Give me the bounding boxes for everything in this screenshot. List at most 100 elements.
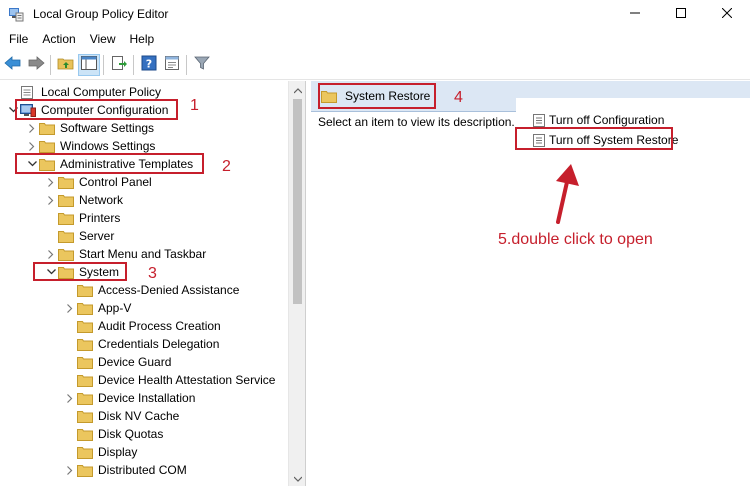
tree-item-label: Distributed COM	[98, 463, 187, 477]
tree-item-label: Printers	[79, 211, 121, 225]
tree-item-disk-nv-cache[interactable]: Disk NV Cache	[63, 407, 179, 425]
minimize-button[interactable]	[612, 0, 658, 28]
menu-view[interactable]: View	[83, 28, 123, 50]
folder-icon	[58, 230, 74, 243]
chevron-right-icon[interactable]	[44, 245, 58, 263]
tree-item-app-v[interactable]: App-V	[63, 299, 131, 317]
title-bar: Local Group Policy Editor	[0, 0, 750, 28]
tree-item-label: Disk Quotas	[98, 427, 164, 441]
menu-action[interactable]: Action	[35, 28, 82, 50]
toolbar-separator	[186, 54, 187, 75]
folder-icon	[77, 338, 93, 351]
tree-item-label: Server	[79, 229, 115, 243]
show-hide-tree-button[interactable]	[78, 53, 100, 76]
tree-item-label: Local Computer Policy	[41, 85, 162, 99]
folder-icon	[77, 428, 93, 441]
chevron-right-icon[interactable]	[63, 299, 77, 317]
annotation-number-4: 4	[454, 89, 463, 106]
close-button[interactable]	[704, 0, 750, 28]
tree-item-device-guard[interactable]: Device Guard	[63, 353, 171, 371]
svg-text:?: ?	[146, 58, 152, 71]
tree-item-display[interactable]: Display	[63, 443, 137, 461]
tree-item-label: Network	[79, 193, 124, 207]
folder-icon	[39, 140, 55, 153]
annotation-box-system-restore-header	[318, 83, 436, 109]
annotation-box-turn-off-system-restore	[515, 127, 673, 150]
tree-item-label: Audit Process Creation	[98, 319, 221, 333]
annotation-box-administrative-templates	[15, 153, 204, 174]
tree-item-network[interactable]: Network	[44, 191, 123, 209]
toolbar: ?	[0, 50, 750, 80]
folder-icon	[77, 446, 93, 459]
chevron-right-icon[interactable]	[44, 173, 58, 191]
tree-vertical-scrollbar[interactable]	[288, 81, 305, 486]
back-button[interactable]	[2, 54, 24, 76]
folder-icon	[77, 392, 93, 405]
tree-item-label: Device Installation	[98, 391, 196, 405]
annotation-arrow-icon	[556, 164, 579, 224]
close-icon	[721, 7, 733, 21]
folder-icon	[77, 302, 93, 315]
forward-button[interactable]	[25, 54, 47, 76]
properties-icon	[164, 55, 180, 74]
folder-icon	[77, 320, 93, 333]
menu-help[interactable]: Help	[123, 28, 162, 50]
tree-pane: Local Computer Policy Computer Configurat…	[0, 81, 306, 486]
policy-setting-icon	[533, 113, 545, 127]
folder-icon	[58, 212, 74, 225]
tree-item-label: Software Settings	[60, 121, 155, 135]
toolbar-separator	[50, 54, 51, 75]
description-text: Select an item to view its description.	[318, 115, 515, 129]
menu-bar: File Action View Help	[0, 28, 750, 50]
scroll-down-button[interactable]	[289, 469, 305, 486]
tree-item-audit-process-creation[interactable]: Audit Process Creation	[63, 317, 221, 335]
tree-item-server[interactable]: Server	[44, 227, 114, 245]
toolbar-separator	[103, 54, 104, 75]
scroll-thumb[interactable]	[293, 99, 302, 304]
tree-item-printers[interactable]: Printers	[44, 209, 120, 227]
tree-item-label: Credentials Delegation	[98, 337, 220, 351]
folder-icon	[77, 374, 93, 387]
up-folder-icon	[57, 55, 75, 74]
tree-item-disk-quotas[interactable]: Disk Quotas	[63, 425, 163, 443]
chevron-right-icon[interactable]	[25, 119, 39, 137]
up-one-level-button[interactable]	[55, 54, 77, 76]
tree-item-start-menu-and-taskbar[interactable]: Start Menu and Taskbar	[44, 245, 206, 263]
properties-button[interactable]	[161, 54, 183, 76]
tree-item-distributed-com[interactable]: Distributed COM	[63, 461, 187, 479]
tree-item-label: App-V	[98, 301, 132, 315]
tree-item-device-installation[interactable]: Device Installation	[63, 389, 195, 407]
toolbar-separator	[133, 54, 134, 75]
chevron-up-icon	[293, 83, 302, 97]
tree-item-control-panel[interactable]: Control Panel	[44, 173, 152, 191]
policy-label: Turn off Configuration	[549, 113, 665, 127]
tree-item-credentials-delegation[interactable]: Credentials Delegation	[63, 335, 219, 353]
maximize-button[interactable]	[658, 0, 704, 28]
forward-arrow-icon	[27, 55, 45, 74]
tree-item-access-denied-assistance[interactable]: Access-Denied Assistance	[63, 281, 239, 299]
filter-button[interactable]	[191, 54, 213, 76]
chevron-right-icon[interactable]	[44, 191, 58, 209]
scroll-up-button[interactable]	[289, 81, 305, 98]
tree-item-device-health-attestation-service[interactable]: Device Health Attestation Service	[63, 371, 275, 389]
chevron-right-icon[interactable]	[63, 461, 77, 479]
folder-icon	[58, 248, 74, 261]
folder-icon	[58, 194, 74, 207]
tree-item-software-settings[interactable]: Software Settings	[25, 119, 154, 137]
chevron-down-icon	[293, 471, 302, 485]
tree-item-label: Device Guard	[98, 355, 172, 369]
window-controls	[612, 0, 750, 28]
export-list-button[interactable]	[108, 54, 130, 76]
minimize-icon	[630, 7, 640, 21]
help-button[interactable]: ?	[138, 54, 160, 76]
folder-icon	[77, 410, 93, 423]
tree-item-label: Device Health Attestation Service	[98, 373, 276, 387]
chevron-right-icon[interactable]	[63, 389, 77, 407]
menu-file[interactable]: File	[2, 28, 35, 50]
maximize-icon	[676, 7, 686, 21]
